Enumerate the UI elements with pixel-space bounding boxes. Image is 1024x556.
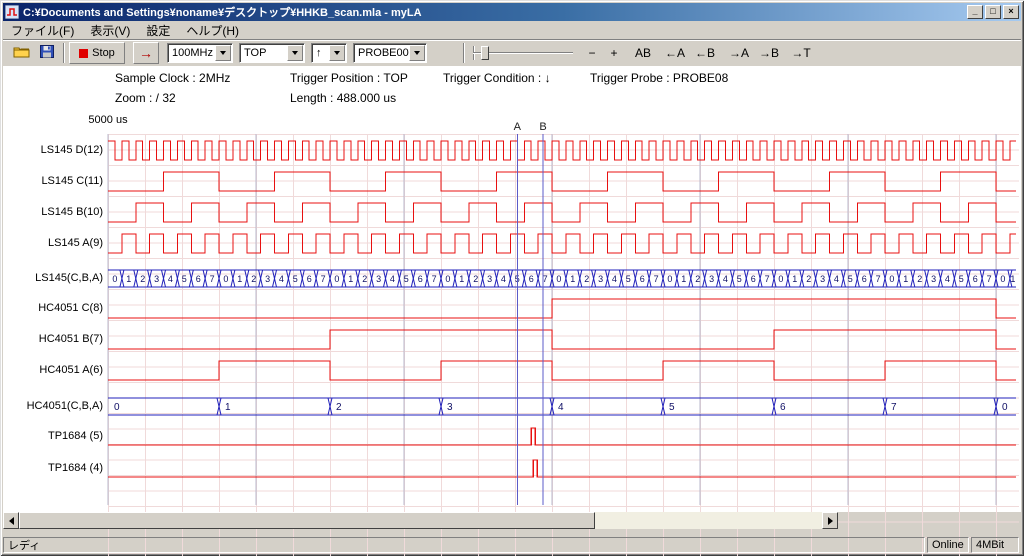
open-folder-icon xyxy=(13,45,30,61)
sample-clock-combo[interactable]: 100MHz xyxy=(167,43,233,63)
menubar: ファイル(F) 表示(V) 設定 ヘルプ(H) xyxy=(3,22,1021,40)
chevron-down-icon xyxy=(292,51,298,55)
triangle-right-icon xyxy=(828,517,833,525)
trigger-condition-info: Trigger Condition : ↓ xyxy=(443,71,551,85)
status-online: Online xyxy=(927,537,969,553)
stop-icon xyxy=(79,49,88,58)
menu-file[interactable]: ファイル(F) xyxy=(3,21,82,40)
trigger-edge-combo[interactable]: ↑ xyxy=(311,43,347,63)
zoom-out-button[interactable]: − xyxy=(581,43,603,63)
status-memory: 4MBit xyxy=(971,537,1019,553)
jump-to-b-left-button[interactable]: ←B xyxy=(691,43,719,63)
jump-to-b-right-button[interactable]: →B xyxy=(755,43,783,63)
combo-dropdown-button[interactable] xyxy=(329,45,345,61)
sample-clock-info: Sample Clock : 2MHz xyxy=(115,71,230,85)
length-info: Length : 488.000 us xyxy=(290,91,396,105)
trigger-position-value: TOP xyxy=(240,47,287,59)
background-grid xyxy=(108,134,1019,556)
zoom-in-button[interactable]: + xyxy=(603,43,625,63)
trigger-probe-info: Trigger Probe : PROBE08 xyxy=(590,71,728,85)
toolbar-separator xyxy=(63,43,65,63)
trigger-probe-value: PROBE00 xyxy=(354,47,409,59)
close-button[interactable]: × xyxy=(1003,5,1019,19)
ab-span-button[interactable]: AB xyxy=(629,43,657,63)
status-message: レディ xyxy=(3,537,925,553)
combo-dropdown-button[interactable] xyxy=(215,45,231,61)
scroll-right-button[interactable] xyxy=(822,512,838,529)
stop-button-label: Stop xyxy=(92,47,115,59)
jump-to-a-left-button[interactable]: ←A xyxy=(661,43,689,63)
menu-view[interactable]: 表示(V) xyxy=(82,21,138,40)
chevron-down-icon xyxy=(334,51,340,55)
minimize-button[interactable]: _ xyxy=(967,5,983,19)
app-icon xyxy=(5,5,19,19)
run-button[interactable]: → xyxy=(133,42,159,64)
app-window: C:¥Documents and Settings¥noname¥デスクトップ¥… xyxy=(0,0,1024,556)
trigger-position-info: Trigger Position : TOP xyxy=(290,71,408,85)
stop-button[interactable]: Stop xyxy=(69,42,125,64)
combo-dropdown-button[interactable] xyxy=(409,45,425,61)
combo-dropdown-button[interactable] xyxy=(287,45,303,61)
maximize-button[interactable]: □ xyxy=(985,5,1001,19)
slider-handle[interactable] xyxy=(481,46,489,60)
chevron-down-icon xyxy=(414,51,420,55)
titlebar[interactable]: C:¥Documents and Settings¥noname¥デスクトップ¥… xyxy=(3,3,1021,21)
zoom-slider[interactable] xyxy=(473,43,573,63)
horizontal-scrollbar[interactable] xyxy=(3,512,838,529)
scrollbar-thumb[interactable] xyxy=(19,512,595,529)
toolbar-separator xyxy=(463,43,465,63)
sample-clock-value: 100MHz xyxy=(168,47,215,59)
run-arrow-icon: → xyxy=(139,45,153,61)
jump-to-a-right-button[interactable]: →A xyxy=(725,43,753,63)
triangle-left-icon xyxy=(9,517,14,525)
trigger-edge-value: ↑ xyxy=(312,47,329,59)
toolbar: Stop → 100MHz TOP ↑ PROBE00 − + AB xyxy=(3,41,1021,66)
scroll-left-button[interactable] xyxy=(3,512,19,529)
open-file-button[interactable] xyxy=(9,43,33,63)
menu-help[interactable]: ヘルプ(H) xyxy=(178,21,247,40)
chevron-down-icon xyxy=(220,51,226,55)
save-file-button[interactable] xyxy=(35,43,59,63)
waveform-area[interactable] xyxy=(3,66,1021,512)
window-title: C:¥Documents and Settings¥noname¥デスクトップ¥… xyxy=(23,4,965,20)
trigger-probe-combo[interactable]: PROBE00 xyxy=(353,43,427,63)
menu-settings[interactable]: 設定 xyxy=(138,21,178,40)
zoom-info: Zoom : / 32 xyxy=(115,91,176,105)
time-axis-label: 5000 us xyxy=(84,114,132,126)
statusbar: レディ Online 4MBit xyxy=(3,537,1021,553)
floppy-disk-icon xyxy=(40,45,54,61)
jump-to-trigger-button[interactable]: →T xyxy=(787,43,815,63)
trigger-position-combo[interactable]: TOP xyxy=(239,43,305,63)
